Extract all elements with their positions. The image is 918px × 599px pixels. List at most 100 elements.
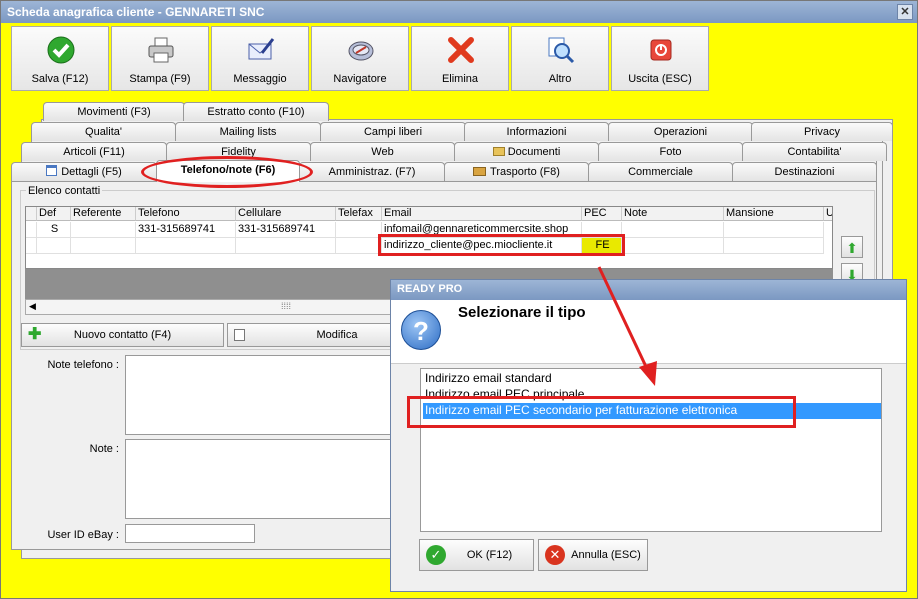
phone-notes-textarea[interactable] — [125, 355, 395, 435]
message-button[interactable]: Messaggio — [211, 26, 309, 91]
table-cell-referente[interactable] — [71, 222, 136, 238]
ok-label: OK (F12) — [466, 549, 513, 561]
col-u[interactable]: U — [824, 207, 832, 221]
save-label: Salva (F12) — [31, 73, 89, 85]
tab-mailing-lists[interactable]: Mailing lists — [175, 122, 321, 141]
notes-label: Note : — [89, 443, 119, 455]
table-cell-note[interactable] — [622, 238, 724, 254]
exit-button[interactable]: Uscita (ESC) — [611, 26, 709, 91]
delete-button[interactable]: Elimina — [411, 26, 509, 91]
tab-amministrazione[interactable]: Amministraz. (F7) — [299, 162, 445, 181]
arrow-up-icon: ⬆ — [846, 240, 858, 256]
cancel-label: Annulla (ESC) — [571, 549, 641, 561]
table-cell-telefono[interactable]: 331-315689741 — [136, 222, 236, 238]
table-cell-referente[interactable] — [71, 238, 136, 254]
new-contact-label: Nuovo contatto (F4) — [73, 329, 172, 341]
calendar-icon — [46, 165, 58, 176]
magnifier-icon — [548, 37, 575, 64]
folder-icon — [492, 147, 505, 156]
highlight-box-option — [407, 396, 796, 428]
tab-documenti-label: Documenti — [507, 146, 561, 158]
print-button[interactable]: Stampa (F9) — [111, 26, 209, 91]
tab-privacy[interactable]: Privacy — [751, 122, 893, 141]
table-cell-mansione[interactable] — [724, 238, 824, 254]
red-x-icon — [448, 37, 474, 63]
tab-commerciale[interactable]: Commerciale — [588, 162, 733, 181]
tab-dettagli[interactable]: Dettagli (F5) — [11, 162, 157, 181]
tab-informazioni[interactable]: Informazioni — [464, 122, 609, 141]
cancel-icon: ✕ — [545, 545, 565, 565]
tab-operazioni[interactable]: Operazioni — [608, 122, 753, 141]
tab-contabilita[interactable]: Contabilita' — [742, 142, 887, 161]
power-icon — [650, 39, 672, 61]
ebay-id-input[interactable] — [125, 524, 255, 543]
envelope-pen-icon — [248, 38, 275, 60]
delete-label: Elimina — [441, 73, 479, 85]
edit-label: Modifica — [316, 329, 358, 341]
ok-button[interactable]: ✓ OK (F12) — [419, 539, 534, 571]
table-cell-mansione[interactable] — [724, 222, 824, 238]
save-button[interactable]: Salva (F12) — [11, 26, 109, 91]
printer-icon — [148, 37, 174, 63]
exit-label: Uscita (ESC) — [628, 73, 692, 85]
row-indicator — [26, 238, 37, 254]
close-window-button[interactable]: ✕ — [897, 4, 913, 20]
cancel-button[interactable]: ✕ Annulla (ESC) — [538, 539, 648, 571]
col-def[interactable]: Def — [37, 207, 71, 221]
tab-documenti[interactable]: Documenti — [454, 142, 599, 161]
scroll-grip[interactable]: ⁞⁞⁞⁞ — [281, 301, 291, 311]
more-button[interactable]: Altro — [511, 26, 609, 91]
scroll-left-arrow-icon[interactable]: ◀ — [29, 301, 36, 312]
col-mansione[interactable]: Mansione — [724, 207, 824, 221]
tab-foto[interactable]: Foto — [598, 142, 743, 161]
question-icon: ? — [401, 310, 441, 350]
table-cell-note[interactable] — [622, 222, 724, 238]
tab-articoli[interactable]: Articoli (F11) — [21, 142, 167, 161]
navigator-button[interactable]: Navigatore — [311, 26, 409, 91]
table-cell-telefono[interactable] — [136, 238, 236, 254]
table-cell-cellulare[interactable] — [236, 238, 336, 254]
dialog-heading: Selezionare il tipo — [458, 304, 586, 321]
tab-web[interactable]: Web — [310, 142, 455, 161]
table-cell-def[interactable] — [37, 238, 71, 254]
tab-estratto-conto[interactable]: Estratto conto (F10) — [183, 102, 329, 121]
col-email[interactable]: Email — [382, 207, 582, 221]
window-titlebar: Scheda anagrafica cliente - GENNARETI SN… — [1, 1, 917, 23]
edit-icon — [234, 329, 245, 341]
tab-dettagli-label: Dettagli (F5) — [61, 166, 122, 178]
table-cell-telefax[interactable] — [336, 238, 382, 254]
ebay-id-label: User ID eBay : — [47, 529, 119, 541]
move-up-button[interactable]: ⬆ — [841, 236, 863, 258]
col-telefax[interactable]: Telefax — [336, 207, 382, 221]
table-cell-cellulare[interactable]: 331-315689741 — [236, 222, 336, 238]
tab-trasporto-label: Trasporto (F8) — [490, 166, 560, 178]
annotation-arrow — [597, 266, 657, 386]
phone-notes-label: Note telefono : — [47, 359, 119, 371]
window-title: Scheda anagrafica cliente - GENNARETI SN… — [7, 5, 265, 19]
message-label: Messaggio — [233, 73, 287, 85]
check-icon: ✓ — [426, 545, 446, 565]
tab-destinazioni[interactable]: Destinazioni — [732, 162, 877, 181]
col-referente[interactable]: Referente — [71, 207, 136, 221]
tab-qualita[interactable]: Qualita' — [31, 122, 176, 141]
notes-textarea[interactable] — [125, 439, 395, 519]
tab-trasporto[interactable]: Trasporto (F8) — [444, 162, 589, 181]
col-note[interactable]: Note — [622, 207, 724, 221]
col-telefono[interactable]: Telefono — [136, 207, 236, 221]
type-listbox[interactable]: Indirizzo email standard Indirizzo email… — [420, 368, 882, 532]
table-cell-def[interactable]: S — [37, 222, 71, 238]
new-contact-button[interactable]: ✚ Nuovo contatto (F4) — [21, 323, 224, 347]
contacts-legend: Elenco contatti — [26, 185, 103, 197]
print-label: Stampa (F9) — [129, 73, 191, 85]
highlight-ellipse — [141, 156, 313, 188]
question-mark-glyph: ? — [413, 316, 429, 346]
table-cell-telefax[interactable] — [336, 222, 382, 238]
table-row-empty[interactable] — [26, 254, 832, 268]
customer-record-window: Scheda anagrafica cliente - GENNARETI SN… — [0, 0, 918, 599]
col-cellulare[interactable]: Cellulare — [236, 207, 336, 221]
tab-movimenti[interactable]: Movimenti (F3) — [43, 102, 185, 121]
col-pec[interactable]: PEC — [582, 207, 622, 221]
row-indicator-header — [26, 207, 37, 221]
tab-campi-liberi[interactable]: Campi liberi — [320, 122, 466, 141]
compass-icon — [348, 41, 374, 61]
